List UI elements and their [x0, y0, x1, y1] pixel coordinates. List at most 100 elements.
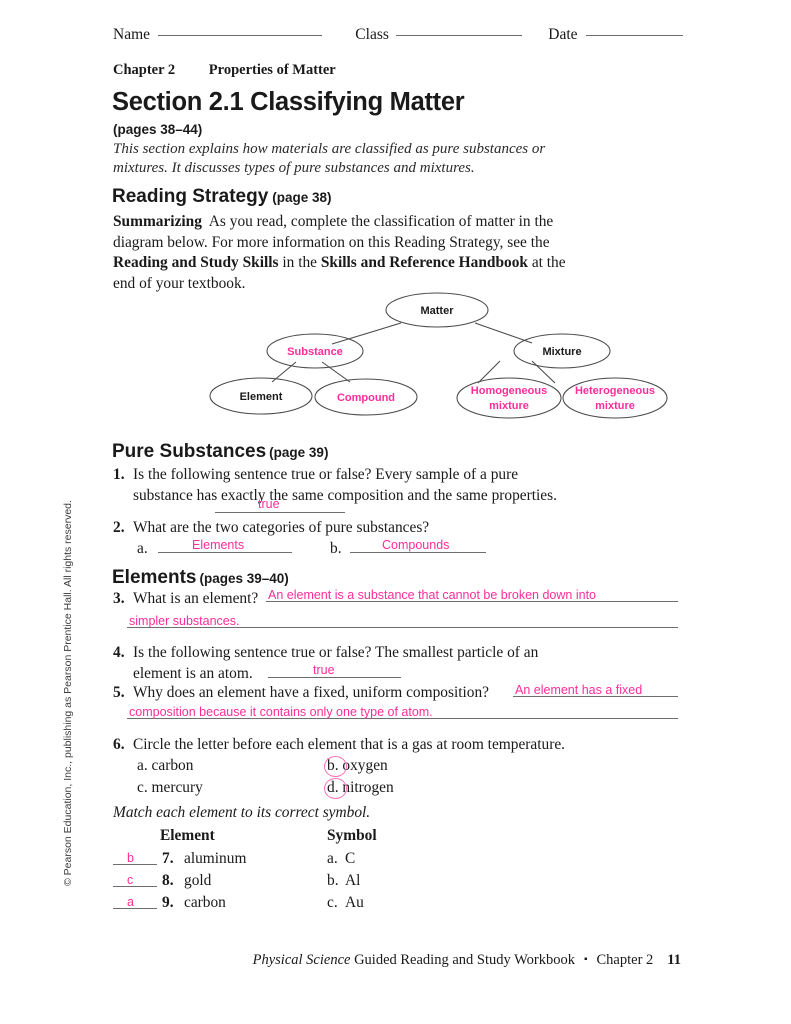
question-2a-answer-line[interactable]: [158, 552, 292, 553]
node-matter: Matter: [385, 292, 489, 328]
match-answer-line-7[interactable]: [113, 864, 157, 865]
match-element-9: carbon: [184, 894, 226, 911]
question-6-number: 6.: [113, 736, 125, 753]
section-description: This section explains how materials are …: [113, 141, 546, 176]
pure-substances-page-ref: (page 39): [269, 445, 329, 460]
question-6-text: Circle the letter before each element th…: [133, 736, 566, 753]
choice-a[interactable]: a. carbon: [137, 756, 193, 777]
name-blank[interactable]: [158, 35, 323, 36]
symbol-value-c: Au: [345, 894, 364, 911]
choice-c-letter: c.: [137, 779, 148, 796]
question-2a-answer: Elements: [192, 538, 245, 552]
section-page-range: (pages 38–44): [113, 122, 203, 137]
question-2a-label: a.: [137, 539, 148, 560]
question-2: 2. What are the two categories of pure s…: [113, 518, 573, 539]
class-label: Class: [355, 26, 389, 43]
match-number-7: 7.: [162, 850, 174, 867]
node-matter-label: Matter: [420, 305, 454, 317]
footer-chapter: Chapter 2: [596, 952, 654, 968]
pure-substances-title: Pure Substances: [112, 441, 267, 462]
choice-c[interactable]: c. mercury: [137, 778, 203, 799]
matching-instruction-text: Match each element to its correct symbol…: [113, 804, 371, 821]
reading-strategy-page-ref: (page 38): [272, 190, 332, 205]
symbol-value-b: Al: [345, 872, 361, 889]
choice-a-letter: a.: [137, 757, 148, 774]
link-matter-mixture: [474, 322, 533, 344]
question-4-answer-line[interactable]: [268, 677, 401, 678]
matching-instruction: Match each element to its correct symbol…: [113, 803, 370, 824]
question-3-answer-2: simpler substances.: [129, 614, 240, 628]
footer-book-rest: Guided Reading and Study Workbook: [350, 952, 575, 968]
question-5-answer-2: composition because it contains only one…: [129, 705, 433, 719]
question-2b-label: b.: [330, 539, 342, 560]
copyright-notice: © Pearson Education, Inc., publishing as…: [62, 500, 74, 886]
summarizing-label: Summarizing: [113, 213, 202, 230]
symbol-letter-a: a.: [327, 850, 338, 867]
reading-strategy-title: Reading Strategy: [112, 186, 269, 207]
question-1-answer-line[interactable]: [215, 512, 345, 513]
student-info-header: Name Class Date: [113, 26, 683, 48]
node-homogeneous-label2: mixture: [489, 400, 529, 412]
reading-strategy-body: Summarizing As you read, complete the cl…: [113, 212, 581, 294]
concept-map-svg: Matter Substance Mixture Element Compoun…: [209, 292, 668, 419]
question-2b-answer: Compounds: [382, 538, 450, 552]
reading-strategy-heading: Reading Strategy (page 38): [112, 186, 332, 208]
match-number-8: 8.: [162, 872, 174, 889]
link-substance-compound: [321, 361, 351, 383]
match-answer-8: c: [127, 873, 134, 887]
symbol-letter-c: c.: [327, 894, 338, 911]
q2a-letter: a.: [137, 540, 148, 557]
question-2-number: 2.: [113, 519, 125, 536]
match-element-8: gold: [184, 872, 212, 889]
match-element-7: aluminum: [184, 850, 247, 867]
q2b-letter: b.: [330, 540, 342, 557]
choice-d-label: nitrogen: [342, 779, 394, 796]
question-2b-answer-line[interactable]: [350, 552, 486, 553]
column-header-element: Element: [160, 827, 215, 844]
date-label: Date: [548, 26, 578, 43]
match-answer-line-8[interactable]: [113, 886, 157, 887]
page-footer: Physical Science Guided Reading and Stud…: [0, 952, 791, 969]
match-answer-7: b: [127, 851, 134, 865]
node-heterogeneous-mixture: Heterogeneous mixture: [562, 377, 668, 419]
choice-c-label: mercury: [151, 779, 203, 796]
link-matter-substance: [331, 322, 402, 345]
match-answer-line-9[interactable]: [113, 908, 157, 909]
question-5-answer-1: An element has a fixed: [515, 683, 643, 697]
choice-b-label: oxygen: [342, 757, 388, 774]
class-blank[interactable]: [395, 35, 523, 36]
choice-b-circle-icon: [324, 756, 347, 777]
node-element: Element: [209, 377, 313, 415]
elements-title: Elements: [112, 567, 197, 588]
footer-bullet-icon: ▪: [583, 954, 588, 965]
elements-page-ref: (pages 39–40): [199, 571, 289, 586]
question-2-text: What are the two categories of pure subs…: [133, 519, 430, 536]
node-compound-label: Compound: [337, 392, 395, 404]
node-compound: Compound: [314, 378, 418, 416]
symbol-letter-b: b.: [327, 872, 339, 889]
question-3-answer-1: An element is a substance that cannot be…: [268, 588, 596, 602]
question-3-text: What is an element?: [133, 590, 259, 607]
name-label: Name: [113, 26, 151, 43]
node-mixture-label: Mixture: [542, 346, 581, 358]
node-heterogeneous-label: Heterogeneous: [575, 385, 655, 397]
match-answer-9: a: [127, 895, 134, 909]
choice-d-circle-icon: [324, 778, 347, 799]
date-blank[interactable]: [585, 35, 683, 36]
rs-text-2: in the: [278, 254, 321, 271]
worksheet-page: Name Class Date Chapter 2 Properties of …: [0, 0, 791, 1024]
node-homogeneous-mixture: Homogeneous mixture: [456, 377, 562, 419]
choice-a-label: carbon: [151, 757, 194, 774]
chapter-number: Chapter 2: [113, 62, 176, 78]
rs-bold-2: Skills and Reference Handbook: [320, 254, 528, 271]
question-5-number: 5.: [113, 684, 125, 701]
column-header-symbol: Symbol: [327, 827, 377, 844]
question-1-answer: true: [258, 497, 280, 511]
question-1-number: 1.: [113, 466, 125, 483]
question-3: 3. What is an element?: [113, 589, 258, 610]
footer-book-italic: Physical Science: [252, 952, 351, 968]
question-1: 1. Is the following sentence true or fal…: [113, 465, 563, 506]
question-6: 6. Circle the letter before each element…: [113, 735, 565, 756]
match-number-9: 9.: [162, 894, 174, 911]
node-heterogeneous-label2: mixture: [595, 400, 635, 412]
